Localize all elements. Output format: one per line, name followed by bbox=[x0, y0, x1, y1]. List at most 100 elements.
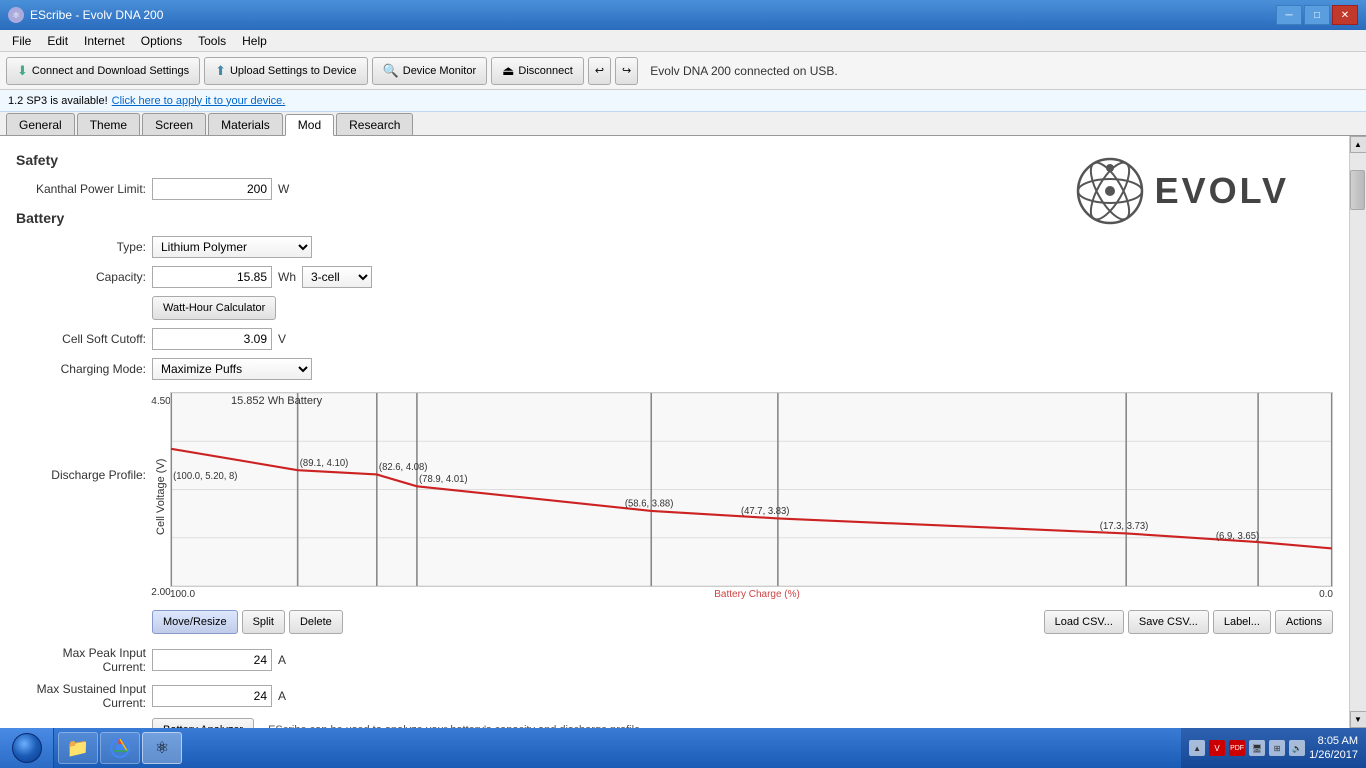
charging-mode-row: Charging Mode: Maximize Puffs Balanced M… bbox=[16, 358, 1333, 380]
capacity-unit: Wh bbox=[278, 270, 296, 284]
max-peak-unit: A bbox=[278, 653, 286, 667]
connect-download-button[interactable]: ⬇ Connect and Download Settings bbox=[6, 57, 200, 85]
scroll-down-button[interactable]: ▼ bbox=[1350, 711, 1366, 728]
logo-area: EVOLV bbox=[1075, 156, 1289, 226]
cell-select[interactable]: 3-cell 1-cell 2-cell bbox=[302, 266, 372, 288]
tab-screen[interactable]: Screen bbox=[142, 113, 206, 135]
main-content: EVOLV Safety Kanthal Power Limit: W Batt… bbox=[0, 136, 1366, 728]
delete-button[interactable]: Delete bbox=[289, 610, 343, 634]
discharge-chart-container: 4.50 Cell Voltage (V) 2.00 bbox=[152, 392, 1333, 602]
start-button[interactable] bbox=[0, 728, 54, 768]
upload-settings-button[interactable]: ⬆ Upload Settings to Device bbox=[204, 57, 367, 85]
scroll-up-button[interactable]: ▲ bbox=[1350, 136, 1366, 153]
charging-mode-select[interactable]: Maximize Puffs Balanced Maximize Life bbox=[152, 358, 312, 380]
taskbar-chrome[interactable] bbox=[100, 732, 140, 764]
y-axis-min: 2.00 bbox=[151, 587, 170, 598]
explorer-icon: 📁 bbox=[67, 738, 89, 759]
chart-title: 15.852 Wh Battery bbox=[231, 395, 322, 407]
device-monitor-button[interactable]: 🔍 Device Monitor bbox=[372, 57, 488, 85]
battery-type-select[interactable]: Lithium Polymer Lithium Ion LiMn bbox=[152, 236, 312, 258]
cell-cutoff-unit: V bbox=[278, 332, 286, 346]
battery-type-row: Type: Lithium Polymer Lithium Ion LiMn bbox=[16, 236, 1333, 258]
svg-text:(89.1, 4.10): (89.1, 4.10) bbox=[300, 458, 349, 469]
tab-mod[interactable]: Mod bbox=[285, 114, 334, 136]
move-resize-button[interactable]: Move/Resize bbox=[152, 610, 238, 634]
tab-research[interactable]: Research bbox=[336, 113, 413, 135]
disconnect-button[interactable]: ⏏ Disconnect bbox=[491, 57, 584, 85]
title-bar: ⚛ EScribe - Evolv DNA 200 ─ □ ✕ bbox=[0, 0, 1366, 30]
taskbar-escribe[interactable]: ⚛ bbox=[142, 732, 182, 764]
menu-tools[interactable]: Tools bbox=[190, 32, 234, 50]
chart-wrapper: (100.0, 5.20, 8) (89.1, 4.10) (82.6, 4.0… bbox=[170, 392, 1333, 602]
chrome-icon bbox=[110, 738, 130, 758]
watt-hour-row: Watt-Hour Calculator bbox=[16, 296, 1333, 320]
svg-text:(82.6, 4.08): (82.6, 4.08) bbox=[379, 462, 428, 473]
capacity-row: Capacity: Wh 3-cell 1-cell 2-cell bbox=[16, 266, 1333, 288]
start-orb bbox=[12, 733, 42, 763]
discharge-chart[interactable]: (100.0, 5.20, 8) (89.1, 4.10) (82.6, 4.0… bbox=[170, 392, 1333, 587]
save-csv-button[interactable]: Save CSV... bbox=[1128, 610, 1209, 634]
util-icon: 🖥 bbox=[1249, 740, 1265, 756]
battery-type-label: Type: bbox=[16, 240, 146, 254]
update-text: 1.2 SP3 is available! bbox=[8, 95, 108, 107]
clock: 8:05 AM 1/26/2017 bbox=[1309, 734, 1358, 763]
kanthal-label: Kanthal Power Limit: bbox=[16, 182, 146, 196]
title-bar-text: EScribe - Evolv DNA 200 bbox=[30, 8, 163, 22]
max-sustained-current-row: Max Sustained Input Current: A bbox=[16, 682, 1333, 710]
discharge-profile-label: Discharge Profile: bbox=[16, 388, 146, 482]
upload-icon: ⬆ bbox=[215, 63, 226, 79]
clock-date: 1/26/2017 bbox=[1309, 748, 1358, 762]
scrollbar: ▲ ▼ bbox=[1349, 136, 1366, 728]
antivirus-icon: V bbox=[1209, 740, 1225, 756]
cell-cutoff-input[interactable] bbox=[152, 328, 272, 350]
capacity-input[interactable] bbox=[152, 266, 272, 288]
kanthal-input[interactable] bbox=[152, 178, 272, 200]
monitor-icon: 🔍 bbox=[383, 63, 399, 79]
battery-analyzer-button[interactable]: Battery Analyzer bbox=[152, 718, 254, 728]
minimize-button[interactable]: ─ bbox=[1276, 5, 1302, 25]
x-axis-end: 0.0 bbox=[1319, 589, 1333, 600]
x-axis-center-label: Battery Charge (%) bbox=[714, 589, 800, 600]
menu-help[interactable]: Help bbox=[234, 32, 275, 50]
redo-button[interactable]: ↪ bbox=[615, 57, 638, 85]
content-panel: EVOLV Safety Kanthal Power Limit: W Batt… bbox=[0, 136, 1349, 728]
pdf-icon: PDF bbox=[1229, 740, 1245, 756]
capacity-label: Capacity: bbox=[16, 270, 146, 284]
taskbar: 📁 ⚛ ▲ V PDF 🖥 ⊞ 🔊 8:05 AM 1/26/2017 bbox=[0, 728, 1366, 768]
actions-button[interactable]: Actions bbox=[1275, 610, 1333, 634]
max-sustained-unit: A bbox=[278, 689, 286, 703]
taskbar-right: ▲ V PDF 🖥 ⊞ 🔊 8:05 AM 1/26/2017 bbox=[1181, 728, 1366, 768]
scrollbar-thumb[interactable] bbox=[1350, 170, 1365, 210]
connect-icon: ⬇ bbox=[17, 63, 28, 79]
battery-analyzer-row: Battery Analyzer EScribe can be used to … bbox=[16, 718, 1333, 728]
label-button[interactable]: Label... bbox=[1213, 610, 1271, 634]
menu-file[interactable]: File bbox=[4, 32, 39, 50]
load-csv-button[interactable]: Load CSV... bbox=[1044, 610, 1124, 634]
taskbar-items: 📁 ⚛ bbox=[54, 728, 1181, 768]
menu-options[interactable]: Options bbox=[133, 32, 190, 50]
taskbar-explorer[interactable]: 📁 bbox=[58, 732, 98, 764]
tab-general[interactable]: General bbox=[6, 113, 75, 135]
cell-cutoff-label: Cell Soft Cutoff: bbox=[16, 332, 146, 346]
tab-materials[interactable]: Materials bbox=[208, 113, 283, 135]
y-axis-label: Cell Voltage (V) bbox=[153, 411, 169, 583]
watt-hour-calculator-button[interactable]: Watt-Hour Calculator bbox=[152, 296, 276, 320]
window-controls: ─ □ ✕ bbox=[1276, 5, 1358, 25]
close-button[interactable]: ✕ bbox=[1332, 5, 1358, 25]
maximize-button[interactable]: □ bbox=[1304, 5, 1330, 25]
menu-bar: File Edit Internet Options Tools Help bbox=[0, 30, 1366, 52]
max-peak-input[interactable] bbox=[152, 649, 272, 671]
evolv-logo-icon bbox=[1075, 156, 1145, 226]
tab-theme[interactable]: Theme bbox=[77, 113, 140, 135]
split-button[interactable]: Split bbox=[242, 610, 285, 634]
menu-internet[interactable]: Internet bbox=[76, 32, 133, 50]
volume-icon: 🔊 bbox=[1289, 740, 1305, 756]
svg-text:(58.6, 3.88): (58.6, 3.88) bbox=[625, 499, 674, 510]
evolv-logo-text: EVOLV bbox=[1155, 170, 1289, 212]
menu-edit[interactable]: Edit bbox=[39, 32, 76, 50]
cell-soft-cutoff-row: Cell Soft Cutoff: V bbox=[16, 328, 1333, 350]
connection-status: Evolv DNA 200 connected on USB. bbox=[650, 64, 837, 78]
undo-button[interactable]: ↩ bbox=[588, 57, 611, 85]
max-sustained-input[interactable] bbox=[152, 685, 272, 707]
update-link[interactable]: Click here to apply it to your device. bbox=[112, 95, 286, 107]
